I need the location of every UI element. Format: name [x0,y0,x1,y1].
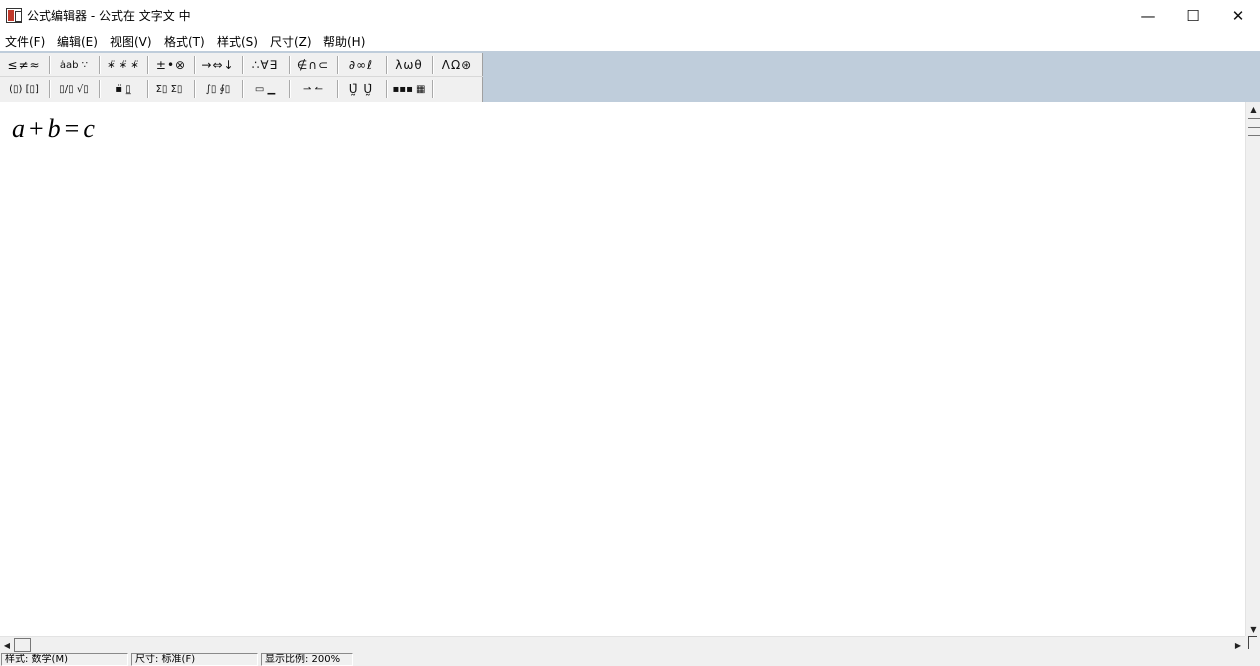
spaces-ellipses-icon[interactable]: ȧab ∵ [52,54,96,76]
formula-variable-b: b [47,114,61,143]
scroll-up-icon[interactable]: ▲ [1246,102,1260,116]
status-size: 尺寸: 标准(F) [131,653,258,666]
menu-view[interactable]: 视图(V) [110,33,152,50]
symbol-palette-row: ≤≠≈ ȧab ∵ ∗̈ ∗̈ ∗̈ ±•⊗ →⇔↓ ∴∀∃ ∉∩⊂ ∂∞ℓ λ… [0,53,483,77]
underbar-overbar-templates-icon[interactable]: ▭ ▁ [244,78,286,100]
equation-editor-icon[interactable] [6,8,22,23]
palette-divider [194,56,196,74]
palette-divider [386,56,388,74]
palette-divider [147,56,149,74]
palette-divider [289,56,291,74]
palette-divider [49,56,51,74]
operator-symbols-icon[interactable]: ±•⊗ [150,54,192,76]
maximize-icon: ☐ [1186,6,1200,25]
status-style: 样式: 数学(M) [1,653,128,666]
menu-help[interactable]: 帮助(H) [323,33,365,50]
close-icon: ✕ [1231,6,1245,25]
menu-file[interactable]: 文件(F) [5,33,45,50]
greek-uppercase-icon[interactable]: ΛΩ⊛ [434,54,480,76]
labeled-arrow-templates-icon[interactable]: ⇀ ↼ [291,78,335,100]
symbol-palette: ≤≠≈ ȧab ∵ ∗̈ ∗̈ ∗̈ ±•⊗ →⇔↓ ∴∀∃ ∉∩⊂ ∂∞ℓ λ… [0,53,483,102]
palette-divider [242,56,244,74]
matrix-templates-icon[interactable]: ▪▪▪ ▦ [388,78,430,100]
scroll-left-icon[interactable]: ◀ [1,638,13,652]
integral-templates-icon[interactable]: ∫▯ ∮▯ [196,78,240,100]
palette-divider [99,56,101,74]
palette-divider [289,80,291,98]
palette-divider [49,80,51,98]
equation-editing-area[interactable]: a + b = c [0,102,1245,636]
palette-divider [386,80,388,98]
window-title: 公式编辑器 - 公式在 文字文 中 [27,9,191,23]
products-set-theory-templates-icon[interactable]: Ṵ̄ Ṵ̇ [339,78,383,100]
embellishments-icon[interactable]: ∗̈ ∗̈ ∗̈ [102,54,144,76]
template-palette-row: (▯) [▯] ▯/▯ √▯ ▪̈ ▯̲ Σ▯ Σ▯ ∫▯ ∮▯ ▭ ▁ ⇀ ↼… [0,77,483,101]
palette-divider [432,80,434,98]
status-bar: 样式: 数学(M) 尺寸: 标准(F) 显示比例: 200% [0,652,1260,666]
status-zoom: 显示比例: 200% [261,653,353,666]
fraction-radical-templates-icon[interactable]: ▯/▯ √▯ [52,78,96,100]
menu-size[interactable]: 尺寸(Z) [270,33,312,50]
palette-divider [337,80,339,98]
palette-divider [99,80,101,98]
misc-symbols-icon[interactable]: ∂∞ℓ [339,54,383,76]
formula-plus-operator: + [29,114,44,143]
vertical-scroll-thumb[interactable] [1248,118,1260,136]
fence-templates-icon[interactable]: (▯) [▯] [2,78,46,100]
subscript-superscript-templates-icon[interactable]: ▪̈ ▯̲ [102,78,144,100]
palette-divider [337,56,339,74]
close-button[interactable]: ✕ [1215,0,1260,31]
scrollbar-corner [1245,636,1260,652]
horizontal-scroll-thumb[interactable] [14,638,31,652]
logical-symbols-icon[interactable]: ∴∀∃ [244,54,286,76]
vertical-scrollbar[interactable]: ▲ ▼ [1245,102,1260,636]
palette-divider [432,56,434,74]
scroll-right-icon[interactable]: ▶ [1232,638,1244,652]
formula-variable-a: a [12,114,25,143]
menu-edit[interactable]: 编辑(E) [57,33,98,50]
palette-divider [194,80,196,98]
menu-bar: 文件(F) 编辑(E) 视图(V) 格式(T) 样式(S) 尺寸(Z) 帮助(H… [0,31,1260,51]
set-theory-symbols-icon[interactable]: ∉∩⊂ [291,54,335,76]
greek-lowercase-icon[interactable]: λωθ [388,54,430,76]
minimize-icon: — [1140,6,1156,25]
palette-divider [242,80,244,98]
horizontal-scrollbar[interactable]: ◀ ▶ [0,636,1245,652]
formula-variable-c: c [83,114,95,143]
title-bar: 公式编辑器 - 公式在 文字文 中 — ☐ ✕ [0,0,1260,31]
menu-format[interactable]: 格式(T) [164,33,205,50]
formula[interactable]: a + b = c [12,114,95,144]
summation-templates-icon[interactable]: Σ▯ Σ▯ [148,78,190,100]
maximize-button[interactable]: ☐ [1170,0,1216,31]
minimize-button[interactable]: — [1125,0,1171,31]
scroll-down-icon[interactable]: ▼ [1246,622,1260,636]
menu-style[interactable]: 样式(S) [217,33,258,50]
arrow-symbols-icon[interactable]: →⇔↓ [196,54,240,76]
relational-symbols-icon[interactable]: ≤≠≈ [2,54,46,76]
formula-equals-operator: = [64,114,80,143]
